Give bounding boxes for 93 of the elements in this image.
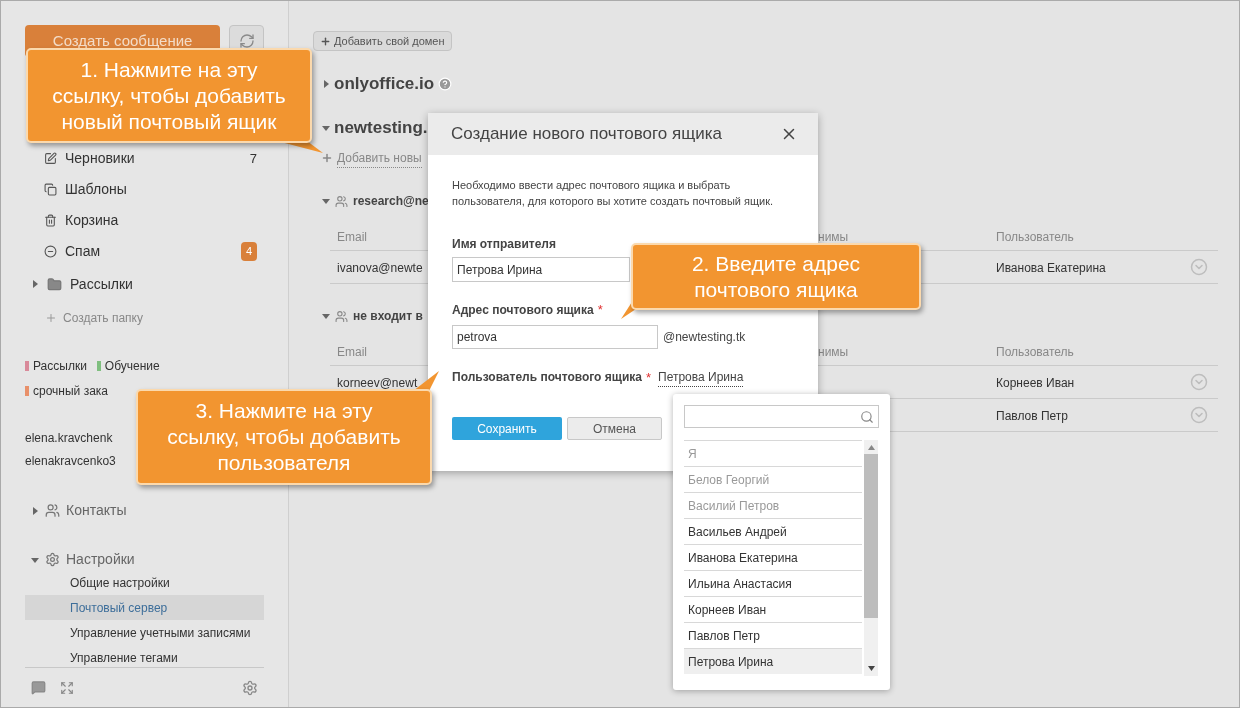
plus-icon bbox=[45, 312, 57, 324]
scrollbar[interactable] bbox=[864, 440, 878, 676]
email-cell: ivanova@newte bbox=[337, 261, 423, 275]
required-mark: * bbox=[645, 368, 652, 387]
expand-triangle-icon[interactable] bbox=[322, 312, 330, 320]
search-icon bbox=[860, 409, 874, 424]
chevron-down-circle-icon bbox=[1190, 373, 1208, 391]
user-select-link[interactable]: Петрова Ирина bbox=[658, 367, 744, 387]
chevron-down-circle-icon bbox=[1190, 406, 1208, 424]
add-domain-button[interactable]: Добавить свой домен bbox=[313, 31, 452, 51]
user-cell: Павлов Петр bbox=[996, 409, 1068, 423]
email-cell: korneev@newt bbox=[337, 376, 418, 390]
settings-item[interactable]: Управление тегами bbox=[25, 645, 264, 667]
settings-icon bbox=[242, 679, 258, 696]
contacts-label: Контакты bbox=[66, 501, 127, 520]
account-item[interactable]: elena.kravchenk bbox=[25, 427, 113, 450]
tag-label[interactable]: Рассылки bbox=[33, 356, 87, 375]
pencil-square-icon bbox=[44, 152, 57, 165]
column-header: Email bbox=[337, 344, 367, 359]
column-header: Пользователь bbox=[996, 344, 1074, 359]
folder-group[interactable]: Рассылки bbox=[25, 267, 264, 301]
settings-section[interactable]: Настройки bbox=[25, 549, 264, 570]
folder-label: Спам bbox=[65, 242, 102, 261]
user-option[interactable]: Петрова Ирина bbox=[684, 648, 862, 674]
folder-count: 7 bbox=[249, 149, 257, 168]
folder-icon bbox=[47, 276, 62, 292]
folder-item[interactable]: Спам 4 bbox=[25, 236, 264, 267]
settings-label: Настройки bbox=[66, 550, 135, 569]
chat-icon bbox=[31, 680, 46, 695]
group-header[interactable]: не входит в bbox=[322, 307, 423, 325]
settings-item[interactable]: Управление учетными записями bbox=[25, 620, 264, 645]
unread-badge: 4 bbox=[240, 242, 257, 261]
column-header: нимы bbox=[818, 344, 849, 359]
cancel-button[interactable]: Отмена bbox=[567, 417, 662, 440]
scroll-up-icon bbox=[867, 445, 875, 450]
user-option[interactable]: Васильев Андрей bbox=[684, 518, 862, 544]
user-cell: Корнеев Иван bbox=[996, 376, 1075, 390]
callout-tooltip: 3. Нажмите на эту ссылку, чтобы добавить пользователя bbox=[136, 389, 432, 485]
account-item[interactable]: elenakravcenko3 bbox=[25, 450, 116, 473]
users-icon bbox=[335, 194, 348, 208]
field-label: Пользователь почтового ящика bbox=[452, 369, 642, 387]
copy-icon bbox=[44, 183, 57, 196]
plus-icon bbox=[320, 35, 331, 47]
help-icon bbox=[438, 77, 453, 91]
chevron-down-circle-icon bbox=[1190, 258, 1208, 276]
required-mark: * bbox=[597, 301, 603, 319]
group-header[interactable]: research@ne bbox=[322, 192, 429, 210]
domain-name[interactable]: newtesting. bbox=[334, 115, 428, 141]
expand-triangle-icon[interactable] bbox=[322, 80, 330, 88]
folder-group-label: Рассылки bbox=[70, 274, 133, 294]
folder-item[interactable]: Шаблоны bbox=[25, 174, 264, 205]
user-cell: Иванова Екатерина bbox=[996, 261, 1106, 275]
expand-icon bbox=[60, 680, 74, 695]
sender-name-field[interactable]: Петрова Ирина bbox=[452, 257, 630, 282]
column-header: Пользователь bbox=[996, 229, 1074, 244]
folder-label: Корзина bbox=[65, 211, 120, 230]
domain-suffix: @newtesting.tk bbox=[663, 328, 746, 346]
expand-triangle-icon[interactable] bbox=[322, 197, 330, 205]
dialog-title: Создание нового почтового ящика bbox=[451, 123, 723, 146]
field-label: Имя отправителя bbox=[452, 236, 556, 253]
settings-item[interactable]: Общие настройки bbox=[25, 570, 264, 595]
scroll-down-icon bbox=[867, 666, 875, 671]
user-option[interactable]: Корнеев Иван bbox=[684, 596, 862, 622]
folder-item[interactable]: Черновики 7 bbox=[25, 143, 264, 174]
user-option[interactable]: Ильина Анастасия bbox=[684, 570, 862, 596]
callout-tooltip: 2. Введите адрес почтового ящика bbox=[631, 243, 921, 310]
tag-label[interactable]: Обучение bbox=[104, 356, 160, 375]
dialog-description: Необходимо ввести адрес почтового ящика и выбрать пользователя, для которого вы хотите создать почтовый ящик. bbox=[452, 178, 775, 209]
column-header: Email bbox=[337, 229, 367, 244]
plus-icon bbox=[321, 152, 333, 164]
folder-item[interactable]: Корзина bbox=[25, 205, 264, 236]
expand-triangle-icon[interactable] bbox=[31, 280, 39, 288]
search-field[interactable] bbox=[684, 405, 879, 428]
mailbox-address-field[interactable]: petrova bbox=[452, 324, 658, 349]
domain-name[interactable]: onlyoffice.io bbox=[334, 71, 435, 97]
tag-label[interactable]: срочный зака bbox=[33, 381, 108, 400]
folder-label: Черновики bbox=[65, 149, 136, 168]
users-icon bbox=[45, 503, 60, 518]
settings-icon bbox=[45, 552, 60, 567]
users-icon bbox=[335, 309, 348, 323]
trash-icon bbox=[44, 214, 57, 227]
expand-triangle-icon[interactable] bbox=[31, 506, 39, 515]
callout-tooltip: 1. Нажмите на эту ссылку, чтобы добавить новый почтовый ящик bbox=[26, 48, 312, 143]
minus-circle-icon bbox=[44, 245, 57, 258]
field-label: Адрес почтового ящика bbox=[452, 301, 594, 319]
user-option[interactable]: Иванова Екатерина bbox=[684, 544, 862, 570]
expand-triangle-icon[interactable] bbox=[322, 124, 330, 132]
refresh-icon bbox=[238, 33, 255, 49]
column-header: нимы bbox=[818, 229, 849, 244]
expand-triangle-icon[interactable] bbox=[31, 555, 39, 564]
contacts-section[interactable]: Контакты bbox=[25, 500, 264, 521]
folder-label: Шаблоны bbox=[65, 180, 128, 199]
settings-item[interactable]: Почтовый сервер bbox=[25, 595, 264, 620]
